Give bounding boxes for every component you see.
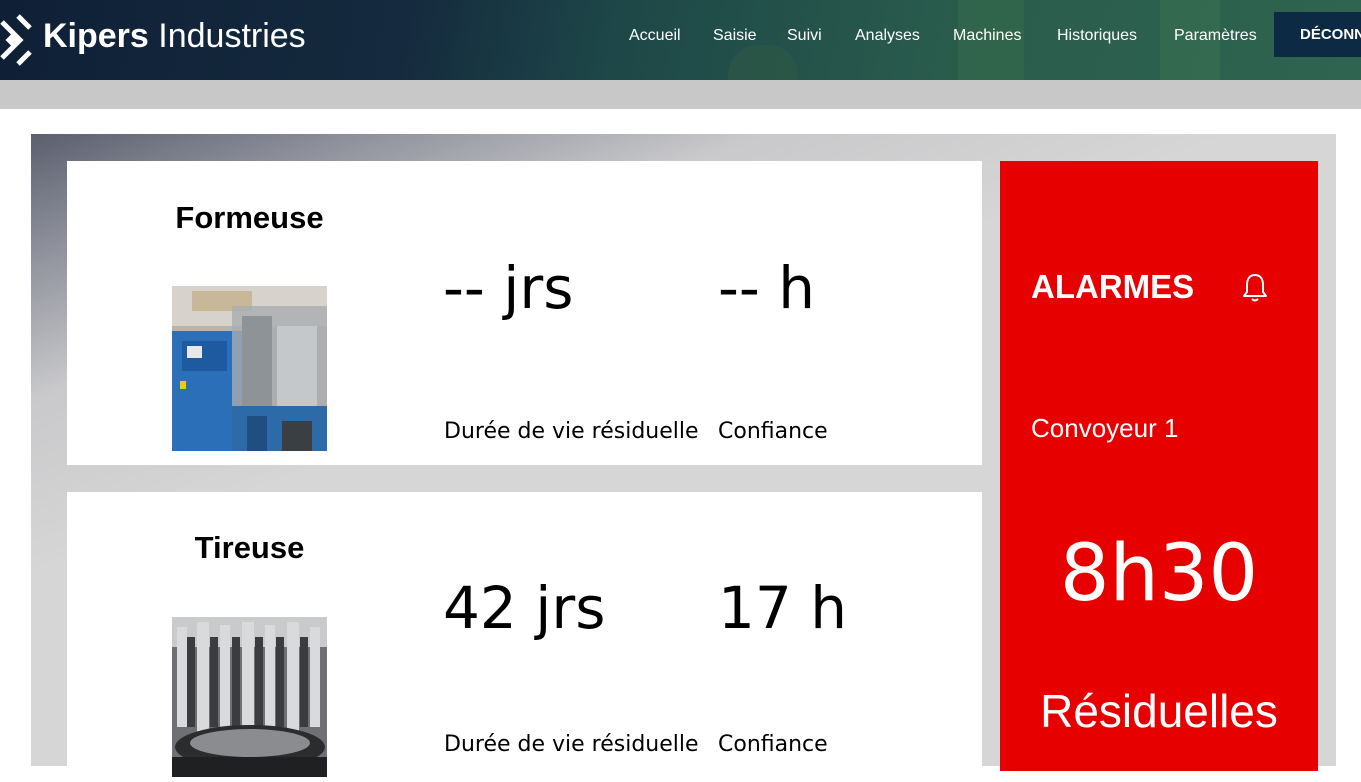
alarm-machine-name: Convoyeur 1	[1031, 413, 1179, 443]
machine-card-formeuse[interactable]: Formeuse -- jrs -- h Durée de vie résidu…	[67, 161, 982, 465]
nav-item-accueil[interactable]: Accueil	[629, 24, 681, 48]
residual-life-value: -- jrs	[443, 254, 574, 322]
alarm-title: ALARMES	[1031, 268, 1195, 305]
sub-header-bar	[0, 80, 1361, 109]
nav-item-suivi[interactable]: Suivi	[787, 24, 822, 48]
residual-life-label: Durée de vie résiduelle	[444, 419, 699, 444]
main-nav: Accueil Saisie Suivi Analyses Machines H…	[0, 0, 1361, 80]
top-navbar: Kipers Industries Accueil Saisie Suivi A…	[0, 0, 1361, 80]
alarm-residual-time: 8h30	[1059, 529, 1259, 619]
nav-item-parametres[interactable]: Paramètres	[1174, 24, 1257, 48]
confidence-value: -- h	[718, 254, 816, 322]
machine-photo-formeuse	[172, 286, 327, 451]
machine-card-tireuse[interactable]: Tireuse 42 jrs 17 h Durée de vie résidue…	[67, 492, 982, 782]
machine-photo-tireuse	[172, 617, 327, 777]
nav-item-historiques[interactable]: Historiques	[1057, 24, 1137, 48]
machine-name: Tireuse	[194, 530, 305, 565]
alarm-panel[interactable]: ALARMES Convoyeur 1 8h30 Résiduelles	[1000, 161, 1318, 771]
confidence-label: Confiance	[718, 419, 828, 444]
machine-name: Formeuse	[175, 200, 324, 235]
confidence-value: 17 h	[718, 574, 847, 642]
residual-life-value: 42 jrs	[443, 574, 606, 642]
dashboard-panel: Formeuse -- jrs -- h Durée de vie résidu…	[31, 134, 1336, 782]
nav-item-machines[interactable]: Machines	[953, 24, 1021, 48]
residual-life-label: Durée de vie résiduelle	[444, 732, 699, 757]
alarm-residual-label: Résiduelles	[1040, 685, 1278, 737]
nav-item-saisie[interactable]: Saisie	[713, 24, 757, 48]
confidence-label: Confiance	[718, 732, 828, 757]
logout-button[interactable]: DÉCONNEXION	[1274, 12, 1361, 57]
nav-item-analyses[interactable]: Analyses	[855, 24, 920, 48]
bell-icon[interactable]	[1240, 272, 1270, 304]
